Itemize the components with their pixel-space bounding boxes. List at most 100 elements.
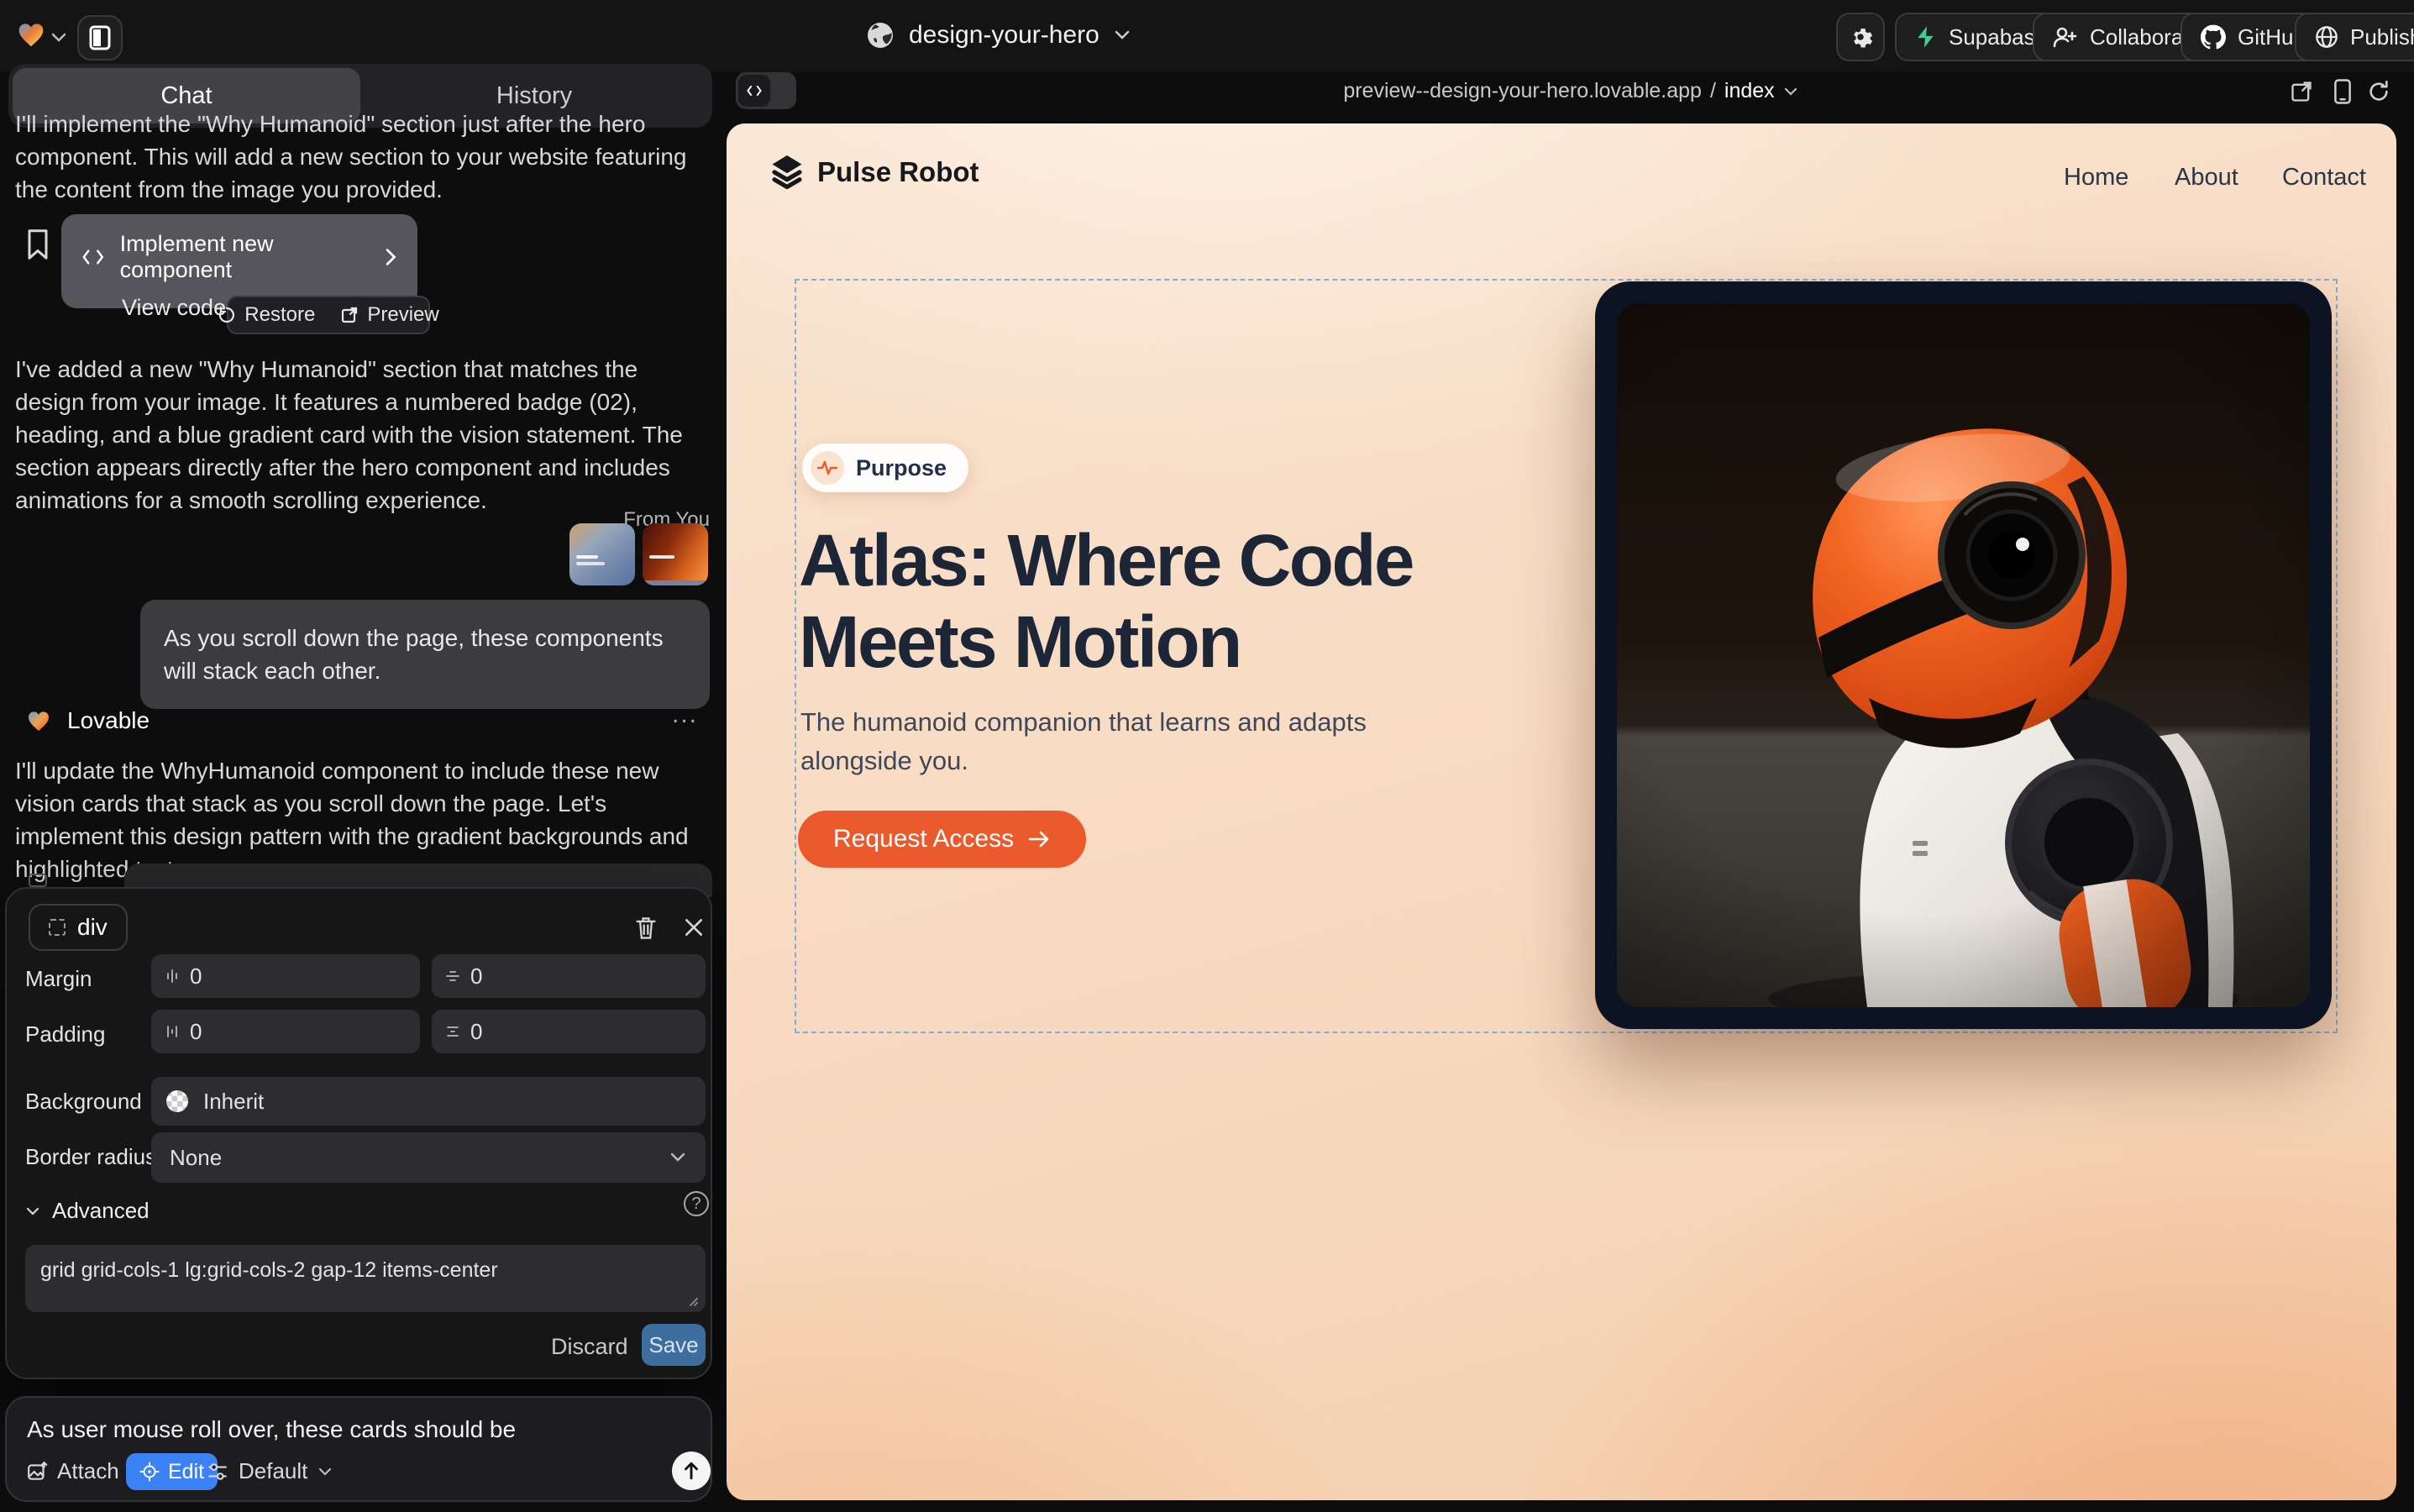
robot-image xyxy=(1617,303,2310,1007)
top-bar: design-your-hero Supabase Collaborate xyxy=(0,0,2414,72)
message-more-button[interactable]: ... xyxy=(672,701,698,729)
version-actions: Restore Preview xyxy=(227,296,430,334)
help-icon[interactable]: ? xyxy=(684,1191,709,1216)
margin-label: Margin xyxy=(25,966,92,992)
site-brand[interactable]: Pulse Robot xyxy=(770,154,979,191)
padding-x-input[interactable] xyxy=(190,1019,375,1045)
refresh-icon[interactable] xyxy=(2367,80,2390,103)
tab-history-label: History xyxy=(496,82,572,110)
close-icon[interactable] xyxy=(684,917,704,937)
padding-x-field[interactable] xyxy=(151,1010,420,1053)
image-attachment-orange[interactable] xyxy=(643,523,708,585)
arrow-right-icon xyxy=(1027,830,1051,848)
pulse-icon xyxy=(817,460,837,475)
margin-y-field[interactable] xyxy=(432,954,706,998)
classes-textarea[interactable]: grid grid-cols-1 lg:grid-cols-2 gap-12 i… xyxy=(25,1245,706,1312)
hero-heading: Atlas: Where Code Meets Motion xyxy=(799,520,1605,683)
nav-link-about[interactable]: About xyxy=(2175,164,2238,192)
element-tag: div xyxy=(77,914,108,941)
chevron-down-icon xyxy=(669,1152,687,1163)
chevron-down-icon xyxy=(1113,29,1131,41)
gear-icon xyxy=(1848,24,1873,50)
lovable-heart-icon xyxy=(25,707,52,734)
margin-x-icon xyxy=(165,969,180,984)
project-switcher[interactable]: design-your-hero xyxy=(865,20,1131,50)
assistant-message: I've added a new "Why Humanoid" section … xyxy=(15,353,712,517)
margin-x-field[interactable] xyxy=(151,954,420,998)
code-preview-toggle[interactable] xyxy=(736,72,796,109)
model-selector[interactable]: Default xyxy=(207,1458,333,1484)
code-icon xyxy=(81,248,105,266)
url-separator: / xyxy=(1710,79,1716,103)
project-name: design-your-hero xyxy=(909,21,1099,50)
open-in-new-tab-icon[interactable] xyxy=(2290,80,2313,103)
request-access-label: Request Access xyxy=(833,825,1014,853)
attach-image-icon xyxy=(27,1461,49,1483)
restore-label: Restore xyxy=(244,303,315,327)
chevron-down-icon xyxy=(1783,87,1798,97)
restore-icon xyxy=(218,306,236,324)
code-icon xyxy=(746,85,763,97)
pulse-icon-circle xyxy=(811,451,844,485)
thumb-text-line xyxy=(576,562,605,565)
layers-logo-icon xyxy=(770,154,804,191)
preview-button[interactable]: Preview xyxy=(340,303,438,327)
nav-link-home[interactable]: Home xyxy=(2064,164,2128,192)
lovable-heart-icon xyxy=(15,18,47,50)
preview-url-bar[interactable]: preview--design-your-hero.lovable.app / … xyxy=(1310,79,1831,103)
site-brand-name: Pulse Robot xyxy=(817,156,979,188)
resize-handle-icon[interactable] xyxy=(685,1294,699,1307)
settings-button[interactable] xyxy=(1836,13,1885,61)
margin-x-input[interactable] xyxy=(190,963,375,990)
border-radius-select[interactable]: None xyxy=(151,1132,706,1183)
code-toggle-segment xyxy=(738,75,770,107)
background-value: Inherit xyxy=(203,1089,264,1115)
chat-input[interactable]: As user mouse roll over, these cards sho… xyxy=(27,1416,690,1443)
purpose-badge: Purpose xyxy=(802,444,968,492)
publish-label: Publish xyxy=(2350,24,2414,50)
advanced-label: Advanced xyxy=(52,1198,150,1224)
border-radius-label: Border radius xyxy=(25,1144,156,1170)
send-button[interactable] xyxy=(672,1452,711,1490)
chat-composer: As user mouse roll over, these cards sho… xyxy=(5,1396,712,1502)
sidebar-toggle-button[interactable] xyxy=(77,15,123,60)
background-field[interactable]: Inherit xyxy=(151,1077,706,1126)
attach-button[interactable]: Attach xyxy=(27,1458,119,1484)
trash-icon[interactable] xyxy=(635,916,657,941)
discard-button[interactable]: Discard xyxy=(551,1334,628,1360)
lovable-editor-window: design-your-hero Supabase Collaborate xyxy=(0,0,2414,1512)
settings-sliders-icon xyxy=(207,1462,228,1482)
element-inspector-panel: div Margin Padding xyxy=(5,887,712,1379)
padding-y-input[interactable] xyxy=(470,1019,655,1045)
margin-y-input[interactable] xyxy=(470,963,655,990)
mobile-view-icon[interactable] xyxy=(2332,78,2354,105)
edit-label: Edit xyxy=(168,1460,204,1484)
request-access-button[interactable]: Request Access xyxy=(798,811,1086,868)
bookmark-icon[interactable] xyxy=(25,228,50,260)
component-card[interactable]: Implement new component View code xyxy=(61,214,417,308)
image-attachment-blue[interactable] xyxy=(569,523,635,585)
lovable-menu-button[interactable] xyxy=(15,18,47,50)
chevron-right-icon xyxy=(385,247,397,267)
preview-url: preview--design-your-hero.lovable.app xyxy=(1343,79,1702,103)
background-label: Background xyxy=(25,1089,142,1115)
component-card-title: Implement new component xyxy=(120,231,370,283)
restore-button[interactable]: Restore xyxy=(218,303,315,327)
selected-element-chip[interactable]: div xyxy=(29,904,128,951)
thumb-text-line xyxy=(649,555,674,559)
save-button[interactable]: Save xyxy=(642,1324,706,1366)
advanced-section-toggle[interactable]: Advanced xyxy=(25,1198,150,1224)
publish-button[interactable]: Publish xyxy=(2295,13,2414,61)
edit-mode-button[interactable]: Edit xyxy=(126,1453,218,1490)
padding-x-icon xyxy=(165,1024,180,1039)
chevron-down-icon xyxy=(25,1206,40,1216)
padding-y-field[interactable] xyxy=(432,1010,706,1053)
nav-link-contact[interactable]: Contact xyxy=(2282,164,2366,192)
element-icon xyxy=(49,919,66,936)
hero-subheading: The humanoid companion that learns and a… xyxy=(800,703,1405,780)
publish-globe-icon xyxy=(2315,25,2338,49)
chevron-down-icon xyxy=(50,32,67,44)
github-icon xyxy=(2201,24,2226,50)
margin-y-icon xyxy=(445,969,460,984)
collaborate-icon xyxy=(2053,26,2078,48)
